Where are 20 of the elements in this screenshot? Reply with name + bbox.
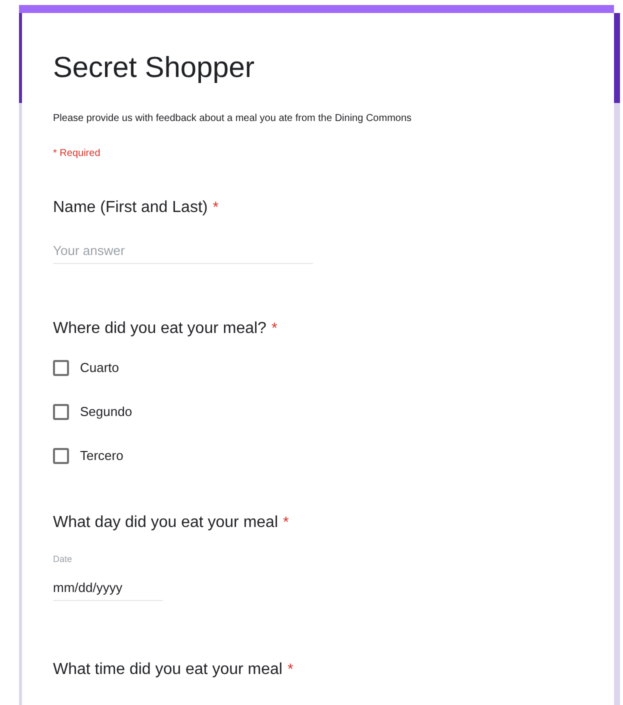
required-asterisk: * [212, 199, 219, 216]
option-label[interactable]: Tercero [80, 448, 124, 463]
checkbox[interactable] [53, 360, 69, 376]
form-title: Secret Shopper [53, 51, 256, 85]
option-label[interactable]: Segundo [80, 404, 132, 419]
option-label[interactable]: Cuarto [80, 360, 120, 375]
form-description: Please provide us with feedback about a meal you ate from the Dining Commons [53, 113, 413, 124]
question-label: Name (First and Last) [53, 199, 208, 217]
required-asterisk: * [283, 514, 289, 531]
question-label: What time did you eat your meal [53, 661, 282, 679]
required-asterisk: * [271, 320, 278, 337]
required-note: * Required [53, 148, 102, 159]
answer-field[interactable]: Your answer [53, 239, 313, 264]
checkbox[interactable] [53, 448, 69, 464]
checkbox[interactable] [53, 404, 69, 420]
question-label: Where did you eat your meal? [53, 320, 266, 338]
field-label: Date [53, 554, 74, 564]
date-field[interactable]: mm/dd/yyyy [53, 576, 163, 601]
question-label: What day did you eat your meal [53, 514, 278, 532]
required-asterisk: * [287, 661, 294, 678]
